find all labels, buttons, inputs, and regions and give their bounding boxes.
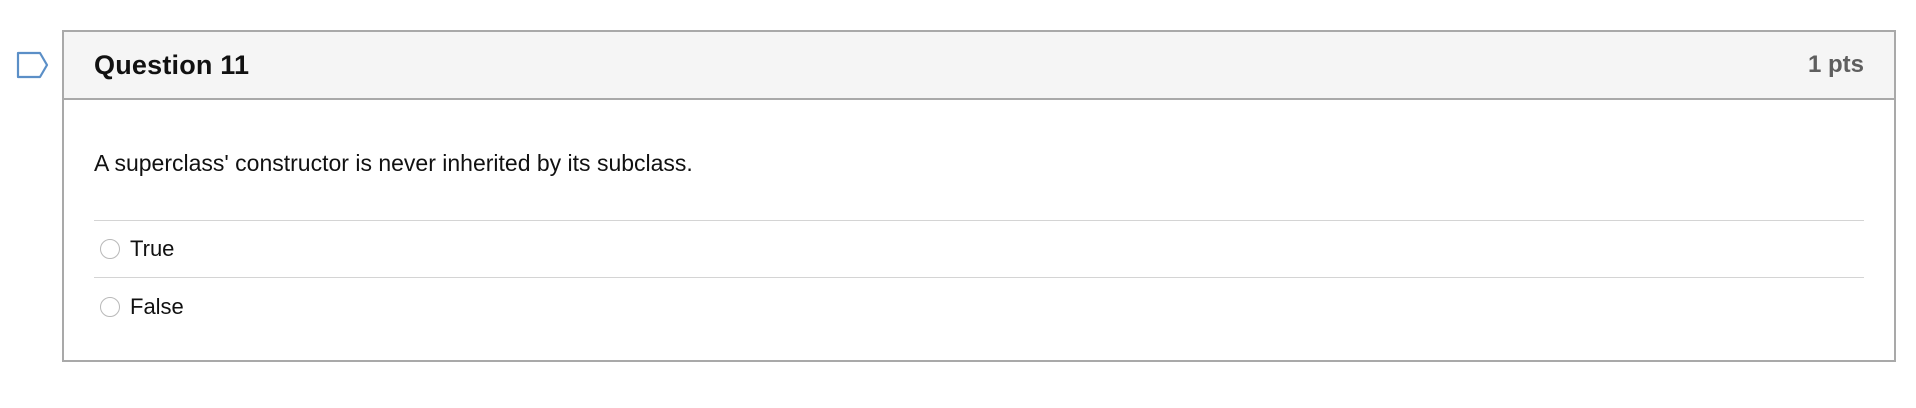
question-header: Question 11 1 pts (64, 32, 1894, 100)
flag-question-icon[interactable] (16, 51, 50, 79)
quiz-page: Question 11 1 pts A superclass' construc… (0, 0, 1916, 408)
answer-list: True False (94, 220, 1864, 335)
question-title: Question 11 (94, 49, 250, 80)
answer-option-false[interactable]: False (94, 278, 1864, 335)
question-text: A superclass' constructor is never inher… (94, 150, 693, 176)
answer-label-true: True (130, 236, 175, 261)
radio-button-false[interactable] (100, 296, 120, 317)
question-body: A superclass' constructor is never inher… (64, 100, 1894, 335)
question-points: 1 pts (1807, 51, 1864, 78)
answer-option-true[interactable]: True (94, 221, 1864, 278)
radio-button-true[interactable] (100, 239, 120, 259)
answer-label-false: False (130, 293, 184, 319)
question-card: Question 11 1 pts A superclass' construc… (62, 30, 1896, 362)
